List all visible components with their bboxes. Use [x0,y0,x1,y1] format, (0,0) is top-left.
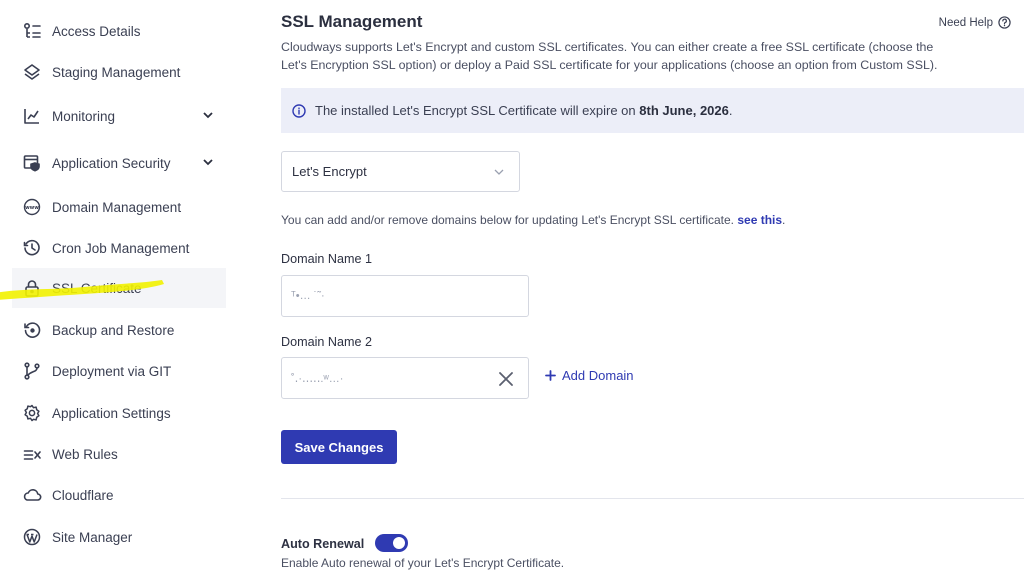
auto-renewal-label: Auto Renewal [281,537,365,551]
sidebar-item-label: Deployment via GIT [52,363,172,379]
sidebar-item-label: Domain Management [52,199,182,215]
domain-name-1-input[interactable] [291,290,491,302]
sidebar-item-label: Monitoring [52,108,116,124]
sidebar-item-application-settings[interactable]: Application Settings [12,393,226,433]
see-this-link[interactable]: see this [737,213,782,227]
cloud-icon [22,485,42,505]
sidebar-item-label: Cron Job Management [52,240,190,256]
sidebar-item-label: SSL Certificate [52,280,142,296]
info-icon [292,103,306,118]
sidebar-item-label: Web Rules [52,446,118,462]
sidebar-item-ssl-certificate[interactable]: SSL Certificate [12,268,226,308]
chevron-down-icon [203,159,213,166]
auto-renewal-toggle[interactable] [375,534,408,552]
sidebar-item-deployment-via-git[interactable]: Deployment via GIT [12,351,226,391]
domain-name-2-field[interactable] [281,357,529,399]
expiry-date: 8th June, 2026 [639,103,729,118]
backup-icon [22,320,42,340]
sidebar-item-label: Staging Management [52,64,181,80]
add-domain-label: Add Domain [562,368,634,383]
help-circle-icon [998,16,1011,29]
ssl-management-panel: SSL Management Need Help Cloudways suppo… [281,0,1024,571]
save-changes-button[interactable]: Save Changes [281,430,397,464]
need-help-label: Need Help [938,16,993,29]
toggle-knob [393,537,405,549]
add-domain-button[interactable]: Add Domain [545,368,634,383]
domain-name-2-input[interactable] [291,372,491,384]
chevron-down-icon [203,112,213,119]
close-icon[interactable] [498,371,514,387]
divider [281,498,1024,499]
sidebar: Access Details Staging Management Monito… [0,0,228,571]
shield-window-icon [22,153,42,173]
sidebar-item-label: Backup and Restore [52,322,175,338]
sidebar-item-cloudflare[interactable]: Cloudflare [12,475,226,515]
sidebar-item-monitoring[interactable]: Monitoring [12,96,226,136]
sidebar-item-site-manager[interactable]: Site Manager [12,517,226,557]
layers-icon [22,62,42,82]
gear-icon [22,403,42,423]
sidebar-item-label: Access Details [52,23,141,39]
page-description: Cloudways supports Let's Encrypt and cus… [281,40,938,72]
sidebar-item-access-details[interactable]: Access Details [12,11,226,51]
domains-hint: You can add and/or remove domains below … [281,213,786,227]
svg-text:www: www [25,205,39,211]
web-rules-icon [22,444,42,464]
sidebar-item-label: Site Manager [52,529,133,545]
sidebar-item-cron-job-management[interactable]: Cron Job Management [12,228,226,268]
sidebar-item-staging-management[interactable]: Staging Management [12,52,226,92]
lock-icon [22,278,42,298]
sidebar-item-domain-management[interactable]: www Domain Management [12,187,226,227]
wordpress-icon [22,527,42,547]
sidebar-item-backup-and-restore[interactable]: Backup and Restore [12,310,226,350]
banner-text: The installed Let's Encrypt SSL Certific… [315,103,733,118]
chevron-down-icon [494,169,504,175]
page-title: SSL Management [281,12,423,31]
need-help-link[interactable]: Need Help [939,16,1011,29]
chart-line-icon [22,106,42,126]
ssl-type-value: Let's Encrypt [292,164,367,179]
ssl-type-select[interactable]: Let's Encrypt [281,151,520,192]
auto-renewal-description: Enable Auto renewal of your Let's Encryp… [281,556,565,570]
plus-icon [545,370,556,381]
www-globe-icon: www [22,197,42,217]
ssl-expiry-banner: The installed Let's Encrypt SSL Certific… [281,88,1024,133]
sidebar-item-application-security[interactable]: Application Security [12,143,226,183]
domain-name-2-label: Domain Name 2 [281,335,372,349]
domain-name-1-field[interactable] [281,275,529,317]
sidebar-item-label: Cloudflare [52,487,114,503]
git-branch-icon [22,361,42,381]
sidebar-item-web-rules[interactable]: Web Rules [12,434,226,474]
sidebar-item-label: Application Settings [52,405,171,421]
domain-name-1-label: Domain Name 1 [281,252,372,266]
history-clock-icon [22,238,42,258]
access-details-icon [22,21,42,41]
sidebar-item-label: Application Security [52,155,171,171]
